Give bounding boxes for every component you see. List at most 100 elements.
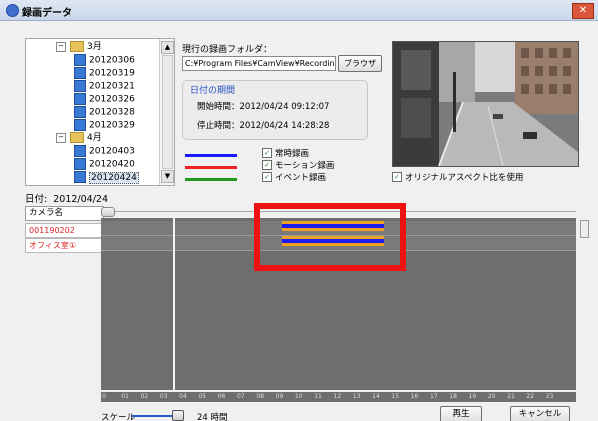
tree-item-label: 20120326	[89, 94, 135, 105]
hour-tick-label: 10	[294, 393, 303, 400]
hour-tick-label: 18	[449, 393, 457, 400]
calendar-icon	[74, 54, 86, 66]
stop-time: 停止時間：2012/04/24 14:28:28	[197, 119, 329, 131]
calendar-icon	[74, 80, 86, 92]
tree-month-april[interactable]: − 4月	[56, 132, 102, 145]
hour-tick-label: 08	[256, 393, 264, 400]
hour-tick-label: 04	[179, 393, 187, 400]
hour-tick-label: 23	[545, 393, 554, 400]
tree-item-label: 20120328	[89, 107, 135, 118]
cancel-button[interactable]: キャンセル	[510, 406, 570, 421]
calendar-icon	[74, 119, 86, 131]
hour-tick-label: 13	[352, 393, 361, 400]
tree-scrollbar[interactable]: ▲ ▼	[159, 39, 174, 185]
browse-button[interactable]: ブラウザ	[338, 55, 382, 72]
stop-time-label: 停止時間：	[197, 121, 240, 131]
aspect-ratio-label: オリジナルアスペクト比を使用	[405, 173, 524, 183]
collapse-icon[interactable]: −	[56, 41, 66, 52]
tree-item-label: 20120420	[89, 159, 135, 170]
timeline-vertical-scrollbar[interactable]	[580, 218, 589, 390]
camera-preview	[392, 41, 579, 167]
aspect-ratio-checkbox[interactable]: ✓	[392, 172, 402, 182]
scale-value: 24 時間	[197, 413, 228, 421]
folder-icon	[70, 41, 84, 52]
window-title: 録画データ	[22, 8, 72, 19]
tree-item-day[interactable]: 20120326	[74, 93, 135, 106]
tree-item-day-selected[interactable]: 20120424	[74, 171, 139, 184]
continuous-checkbox[interactable]: ✓	[262, 148, 272, 158]
hour-tick-label: 12	[333, 393, 342, 400]
camera-app-icon	[6, 4, 19, 17]
calendar-icon	[74, 158, 86, 170]
scroll-up-icon[interactable]: ▲	[161, 41, 174, 54]
legend-label-event: イベント録画	[275, 173, 327, 183]
hour-tick-label: 01	[121, 393, 129, 400]
hour-tick-label: 07	[237, 393, 245, 400]
camera-row-label[interactable]: オフィス室①	[25, 238, 104, 253]
start-time: 開始時間：2012/04/24 09:12:07	[197, 100, 329, 112]
folder-path-field[interactable]: C:¥Program Files¥CamView¥Recording	[182, 56, 336, 71]
hour-tick-label: 0	[102, 393, 106, 400]
scroll-down-icon[interactable]: ▼	[161, 170, 174, 183]
motion-checkbox[interactable]: ✓	[262, 160, 272, 170]
event-checkbox[interactable]: ✓	[262, 172, 272, 182]
calendar-icon	[74, 106, 86, 118]
date-label-text: 日付:	[25, 194, 48, 205]
timeline-scroll-thumb[interactable]	[101, 207, 115, 217]
camera-name-header: カメラ名	[25, 206, 104, 221]
calendar-icon	[74, 171, 86, 183]
start-time-value: 2012/04/24 09:12:07	[239, 102, 330, 112]
hour-tick-label: 19	[468, 393, 477, 400]
tree-item-label: 20120329	[89, 120, 135, 131]
hour-tick-label: 09	[275, 393, 284, 400]
hour-tick-label: 20	[487, 393, 496, 400]
scale-label: スケール	[101, 413, 136, 421]
playback-cursor-line[interactable]	[172, 218, 175, 390]
tree-month-march[interactable]: − 3月	[56, 41, 102, 54]
hour-tick-label: 15	[391, 393, 400, 400]
legend-line-event	[185, 178, 237, 181]
tree-item-label: 20120403	[89, 146, 135, 157]
camera-row-label[interactable]: 001190202	[25, 223, 104, 238]
collapse-icon[interactable]: −	[56, 132, 66, 143]
street-scene-image	[393, 42, 578, 166]
recording-data-window: 録画データ ✕ −3月 20120306 20120319 20120321 2…	[0, 0, 598, 421]
vertical-scroll-thumb[interactable]	[580, 220, 589, 238]
calendar-icon	[74, 145, 86, 157]
tree-item-day[interactable]: 20120319	[74, 67, 135, 80]
date-range-group: 日付の期間 開始時間：2012/04/24 09:12:07 停止時間：2012…	[182, 80, 368, 140]
calendar-icon	[74, 93, 86, 105]
calendar-icon	[74, 67, 86, 79]
tree-item-label: 4月	[87, 133, 102, 143]
tree-item-label: 20120319	[89, 68, 135, 79]
hour-tick-label: 06	[217, 393, 226, 400]
tree-item-day[interactable]: 20120328	[74, 106, 135, 119]
folder-icon	[70, 132, 84, 143]
stop-time-value: 2012/04/24 14:28:28	[239, 121, 330, 131]
date-value: 2012/04/24	[53, 194, 109, 205]
title-bar: 録画データ ✕	[0, 0, 598, 21]
hour-tick-label: 02	[140, 393, 149, 400]
hour-tick-label: 16	[410, 393, 419, 400]
tree-item-day[interactable]: 20120321	[74, 80, 135, 93]
play-button[interactable]: 再生	[440, 406, 482, 421]
scale-slider-thumb[interactable]	[172, 410, 184, 421]
legend-line-motion	[185, 166, 237, 169]
scroll-thumb[interactable]	[162, 55, 173, 169]
tree-item-day[interactable]: 20120403	[74, 145, 135, 158]
hour-tick-label: 05	[198, 393, 207, 400]
hour-tick-label: 17	[429, 393, 438, 400]
hour-tick-label: 14	[372, 393, 380, 400]
highlight-annotation-box	[254, 203, 406, 271]
legend-line-continuous	[185, 154, 237, 157]
close-button[interactable]: ✕	[572, 3, 594, 19]
folder-label: 現行の録画フォルダ：	[182, 45, 273, 55]
date-tree[interactable]: −3月 20120306 20120319 20120321 20120326 …	[25, 38, 175, 186]
tree-item-day[interactable]: 20120329	[74, 119, 135, 132]
tree-item-label: 3月	[87, 42, 102, 52]
tree-item-day[interactable]: 20120420	[74, 158, 135, 171]
tree-item-day[interactable]: 20120306	[74, 54, 135, 67]
legend-label-motion: モーション録画	[275, 161, 335, 171]
hour-tick-label: 11	[314, 393, 322, 400]
hour-tick-label: 03	[159, 393, 168, 400]
